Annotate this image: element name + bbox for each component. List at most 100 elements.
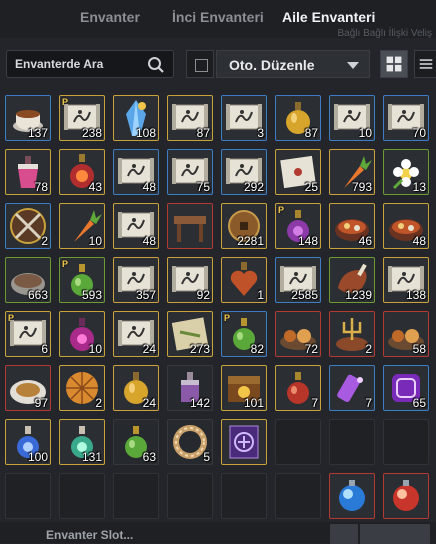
inventory-slot[interactable]: 10 [59, 203, 105, 249]
item-quantity: 138 [405, 288, 426, 302]
inventory-slot[interactable]: 101 [221, 365, 267, 411]
rune-icon [229, 425, 259, 459]
inventory-slot[interactable]: 2 [5, 203, 51, 249]
item-quantity: 24 [142, 396, 156, 410]
inventory-slot[interactable]: 663 [5, 257, 51, 303]
inventory-slot-empty[interactable] [167, 473, 213, 519]
pearl-mark: P [278, 205, 285, 215]
item-quantity: 100 [27, 450, 48, 464]
inventory-slot[interactable] [383, 473, 429, 519]
inventory-slot[interactable]: 72 [275, 311, 321, 357]
tab-family-inventory[interactable]: Aile Envanteri [282, 9, 375, 25]
inventory-slot[interactable]: 43 [59, 149, 105, 195]
inventory-grid: 137 P 238 108 87 3 87 10 70 78 43 48 75 292 25 793 13 2 10… [0, 90, 436, 520]
inventory-slot[interactable]: 63 [113, 419, 159, 465]
inventory-slot[interactable]: P 593 [59, 257, 105, 303]
item-quantity: 131 [81, 450, 102, 464]
inventory-slot[interactable]: 108 [113, 95, 159, 141]
grid-view-button[interactable] [380, 50, 408, 78]
item-quantity: 72 [304, 342, 318, 356]
search-icon[interactable] [147, 56, 165, 74]
item-quantity: 593 [81, 288, 102, 302]
inventory-slot[interactable]: 357 [113, 257, 159, 303]
inventory-slot[interactable]: 46 [329, 203, 375, 249]
search-input[interactable]: Envanterde Ara [6, 50, 174, 78]
inventory-slot[interactable]: 24 [113, 365, 159, 411]
item-quantity: 10 [88, 342, 102, 356]
inventory-slot[interactable]: 10 [59, 311, 105, 357]
item-quantity: 5 [203, 450, 210, 464]
tab-inventory[interactable]: Envanter [80, 9, 140, 25]
inventory-slot[interactable]: 48 [113, 149, 159, 195]
item-quantity: 10 [358, 126, 372, 140]
inventory-slot-empty[interactable] [59, 473, 105, 519]
auto-sort-checkbox[interactable] [186, 50, 214, 78]
inventory-slot[interactable]: 131 [59, 419, 105, 465]
inventory-slot[interactable]: 2 [329, 311, 375, 357]
tab-pearl-inventory[interactable]: İnci Envanteri [172, 9, 264, 25]
inventory-slot[interactable]: 1239 [329, 257, 375, 303]
inventory-slot[interactable]: P 82 [221, 311, 267, 357]
item-quantity: 70 [412, 126, 426, 140]
item-quantity: 82 [250, 342, 264, 356]
item-quantity: 292 [243, 180, 264, 194]
inventory-slot[interactable]: P 148 [275, 203, 321, 249]
inventory-slot[interactable]: 100 [5, 419, 51, 465]
inventory-slot[interactable]: 24 [113, 311, 159, 357]
inventory-slot[interactable]: 48 [383, 203, 429, 249]
list-view-button[interactable] [414, 50, 436, 78]
item-quantity: 357 [135, 288, 156, 302]
item-quantity: 87 [304, 126, 318, 140]
inventory-slot[interactable]: 137 [5, 95, 51, 141]
inventory-slot[interactable]: 7 [275, 365, 321, 411]
inventory-slot[interactable]: P6 [5, 311, 51, 357]
orb-red-icon [393, 480, 419, 511]
inventory-slot-empty[interactable] [329, 419, 375, 465]
item-quantity: 13 [412, 180, 426, 194]
inventory-slot-empty[interactable] [275, 473, 321, 519]
inventory-slot[interactable] [329, 473, 375, 519]
inventory-slot-empty[interactable] [383, 419, 429, 465]
inventory-slot-empty[interactable] [221, 473, 267, 519]
inventory-slot[interactable]: 25 [275, 149, 321, 195]
item-quantity: 48 [142, 234, 156, 248]
inventory-slot[interactable]: 7 [329, 365, 375, 411]
inventory-slot[interactable]: 3 [221, 95, 267, 141]
inventory-slot[interactable]: 292 [221, 149, 267, 195]
inventory-slot[interactable]: 2281 [221, 203, 267, 249]
inventory-slot[interactable]: 2 [59, 365, 105, 411]
inventory-slot[interactable]: 87 [167, 95, 213, 141]
inventory-slot[interactable]: 793 [329, 149, 375, 195]
inventory-slot[interactable]: 142 [167, 365, 213, 411]
inventory-slot[interactable]: 48 [113, 203, 159, 249]
inventory-slot[interactable]: 138 [383, 257, 429, 303]
item-quantity: 108 [135, 126, 156, 140]
inventory-slot[interactable]: 273 [167, 311, 213, 357]
inventory-slot[interactable]: P 238 [59, 95, 105, 141]
inventory-slot-empty[interactable] [275, 419, 321, 465]
footer-button-wide[interactable] [360, 524, 430, 544]
item-quantity: 101 [243, 396, 264, 410]
item-quantity: 78 [34, 180, 48, 194]
footer-button[interactable] [330, 524, 358, 544]
inventory-slot[interactable]: 13 [383, 149, 429, 195]
inventory-slot[interactable]: 2585 [275, 257, 321, 303]
inventory-slot[interactable]: 75 [167, 149, 213, 195]
inventory-slot[interactable]: 70 [383, 95, 429, 141]
item-quantity: 92 [196, 288, 210, 302]
inventory-slot[interactable]: 58 [383, 311, 429, 357]
inventory-slot[interactable]: 1 [221, 257, 267, 303]
inventory-slot[interactable]: 5 [167, 419, 213, 465]
inventory-slot[interactable]: 78 [5, 149, 51, 195]
inventory-slot[interactable]: 10 [329, 95, 375, 141]
pearl-mark: P [62, 259, 69, 269]
inventory-slot[interactable]: 65 [383, 365, 429, 411]
inventory-slot[interactable] [221, 419, 267, 465]
inventory-slot[interactable] [167, 203, 213, 249]
auto-sort-dropdown[interactable]: Oto. Düzenle [216, 50, 370, 78]
inventory-slot-empty[interactable] [5, 473, 51, 519]
inventory-slot[interactable]: 97 [5, 365, 51, 411]
inventory-slot[interactable]: 92 [167, 257, 213, 303]
inventory-slot[interactable]: 87 [275, 95, 321, 141]
inventory-slot-empty[interactable] [113, 473, 159, 519]
